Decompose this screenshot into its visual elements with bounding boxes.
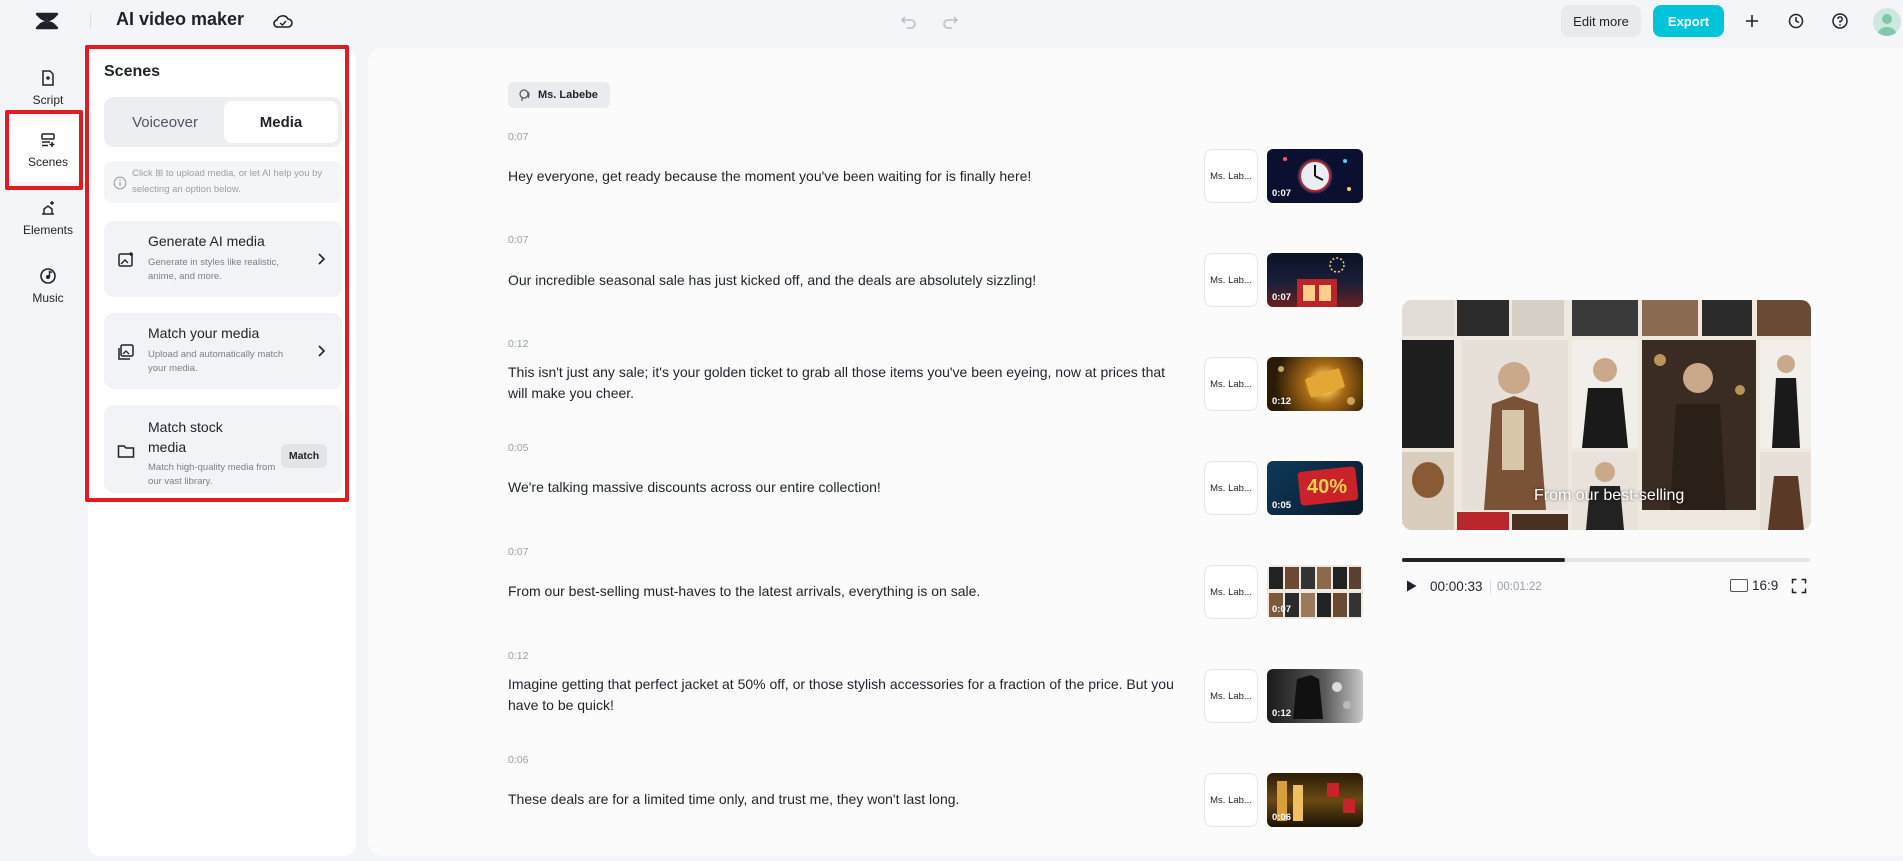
aspect-ratio-label: 16:9: [1752, 578, 1779, 593]
nav-label: Music: [32, 291, 64, 305]
aspect-ratio-button[interactable]: 16:9: [1730, 578, 1778, 593]
media-panel-highlight-frame: [85, 45, 349, 502]
redo-icon[interactable]: [940, 11, 960, 31]
nav-item-elements[interactable]: Elements: [8, 186, 88, 250]
scene-time: 0:07: [508, 234, 529, 246]
scene-text[interactable]: Our incredible seasonal sale has just ki…: [508, 270, 1188, 291]
history-button[interactable]: [1785, 10, 1807, 32]
scene-thumbnail[interactable]: 0:07: [1267, 565, 1363, 619]
add-button[interactable]: [1741, 10, 1763, 32]
history-icon: [1788, 13, 1804, 29]
music-icon: [40, 268, 56, 284]
video-preview[interactable]: From our best-selling: [1402, 300, 1811, 530]
scene-time: 0:05: [508, 442, 529, 454]
avatar[interactable]: [1873, 8, 1901, 36]
scene-voice-button[interactable]: Ms. Lab...: [1204, 149, 1258, 203]
undo-icon[interactable]: [899, 11, 919, 31]
scene-text[interactable]: This isn't just any sale; it's your gold…: [508, 362, 1188, 404]
scene-time: 0:07: [508, 131, 529, 143]
scene-voice-button[interactable]: Ms. Lab...: [1204, 357, 1258, 411]
plus-icon: [1746, 15, 1758, 27]
preview-caption: From our best-selling: [1534, 487, 1685, 504]
elements-icon: [42, 201, 54, 215]
scene-thumbnail[interactable]: 0:12: [1267, 357, 1363, 411]
scene-time: 0:07: [508, 546, 529, 558]
top-bar: AI video maker Edit more Export: [0, 0, 1903, 42]
discount-text: 40%: [1307, 476, 1347, 498]
time-separator: [1490, 580, 1491, 594]
nav-label: Elements: [22, 223, 74, 237]
scene-duration: 0:07: [1272, 292, 1292, 303]
scene-voice-button[interactable]: Ms. Lab...: [1204, 773, 1258, 827]
scene-duration: 0:07: [1272, 188, 1292, 199]
script-icon: [42, 70, 54, 86]
divider: [90, 13, 91, 29]
voice-name: Ms. Labebe: [538, 89, 598, 101]
scene-duration: 0:07: [1272, 604, 1292, 615]
scene-voice-button[interactable]: Ms. Lab...: [1204, 565, 1258, 619]
help-icon: [1832, 13, 1848, 29]
cloud-icon[interactable]: [272, 11, 294, 31]
user-icon: [1877, 14, 1897, 36]
scene-thumbnail[interactable]: 0:07: [1267, 149, 1363, 203]
scene-time: 0:12: [508, 338, 529, 350]
scene-thumbnail[interactable]: 0:12: [1267, 669, 1363, 723]
edit-more-button[interactable]: Edit more: [1561, 5, 1641, 37]
capcut-logo-icon[interactable]: [34, 10, 60, 32]
voice-icon: [519, 89, 530, 101]
fullscreen-icon[interactable]: [1791, 578, 1807, 594]
scene-thumbnail[interactable]: 40% 0:05: [1267, 461, 1363, 515]
scene-text[interactable]: Hey everyone, get ready because the mome…: [508, 166, 1188, 187]
voice-selector[interactable]: Ms. Labebe: [508, 82, 610, 108]
scenes-highlight-frame: [5, 110, 83, 190]
scene-thumbnail[interactable]: 0:06: [1267, 773, 1363, 827]
nav-item-music[interactable]: Music: [8, 254, 88, 318]
scene-thumbnail[interactable]: 0:07: [1267, 253, 1363, 307]
scene-voice-button[interactable]: Ms. Lab...: [1204, 669, 1258, 723]
scene-duration: 0:06: [1272, 812, 1292, 823]
app-title: AI video maker: [116, 9, 245, 29]
scene-duration: 0:12: [1272, 708, 1292, 719]
scene-time: 0:12: [508, 650, 529, 662]
scene-text[interactable]: From our best-selling must-haves to the …: [508, 581, 1188, 602]
scene-duration: 0:05: [1272, 500, 1292, 511]
scene-text[interactable]: We're talking massive discounts across o…: [508, 477, 1188, 498]
playback-progress-bar[interactable]: [1402, 558, 1810, 562]
nav-label: Script: [32, 93, 64, 107]
current-time: 00:00:33: [1430, 579, 1483, 594]
scene-time: 0:06: [508, 754, 529, 766]
play-icon[interactable]: [1403, 578, 1419, 594]
scene-duration: 0:12: [1272, 396, 1292, 407]
scene-text[interactable]: These deals are for a limited time only,…: [508, 789, 1188, 810]
progress-fill: [1402, 558, 1566, 562]
scene-text[interactable]: Imagine getting that perfect jacket at 5…: [508, 674, 1188, 716]
aspect-ratio-icon: [1730, 579, 1748, 592]
export-button[interactable]: Export: [1653, 5, 1724, 37]
scene-voice-button[interactable]: Ms. Lab...: [1204, 461, 1258, 515]
total-time: 00:01:22: [1497, 581, 1542, 593]
scene-voice-button[interactable]: Ms. Lab...: [1204, 253, 1258, 307]
help-button[interactable]: [1829, 10, 1851, 32]
